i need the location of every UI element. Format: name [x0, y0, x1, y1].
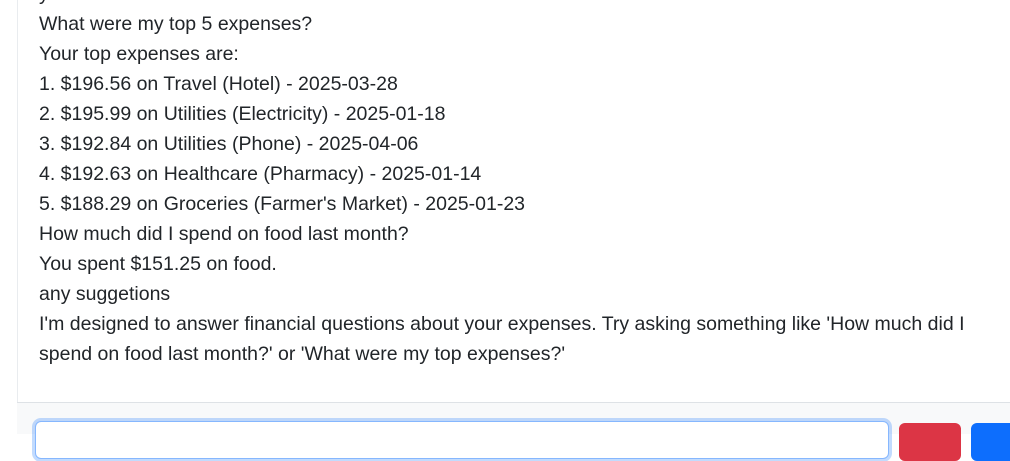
- expense-list-item: 1. $196.56 on Travel (Hotel) - 2025-03-2…: [39, 73, 398, 95]
- message-list: your financial data. What were my top 5 …: [39, 0, 999, 369]
- user-message: What were my top 5 expenses?: [39, 13, 313, 35]
- chat-messages-panel[interactable]: your financial data. What were my top 5 …: [17, 0, 1010, 402]
- user-message: How much did I spend on food last month?: [39, 223, 409, 245]
- expense-list-item: 5. $188.29 on Groceries (Farmer's Market…: [39, 193, 526, 215]
- expense-list-item: 3. $192.84 on Utilities (Phone) - 2025-0…: [39, 133, 419, 155]
- assistant-message: You spent $151.25 on food.: [39, 253, 277, 275]
- send-button[interactable]: [971, 423, 1010, 461]
- expense-list-item: 2. $195.99 on Utilities (Electricity) - …: [39, 103, 446, 125]
- clear-button[interactable]: [899, 423, 961, 461]
- chat-input-bar: [17, 403, 1010, 461]
- assistant-message: your financial data.: [39, 0, 999, 9]
- assistant-message: Your top expenses are:: [39, 43, 239, 65]
- user-message: any suggetions: [39, 283, 171, 305]
- chat-input[interactable]: [35, 421, 889, 459]
- expense-list-item: 4. $192.63 on Healthcare (Pharmacy) - 20…: [39, 163, 482, 185]
- assistant-message: I'm designed to answer financial questio…: [39, 313, 970, 365]
